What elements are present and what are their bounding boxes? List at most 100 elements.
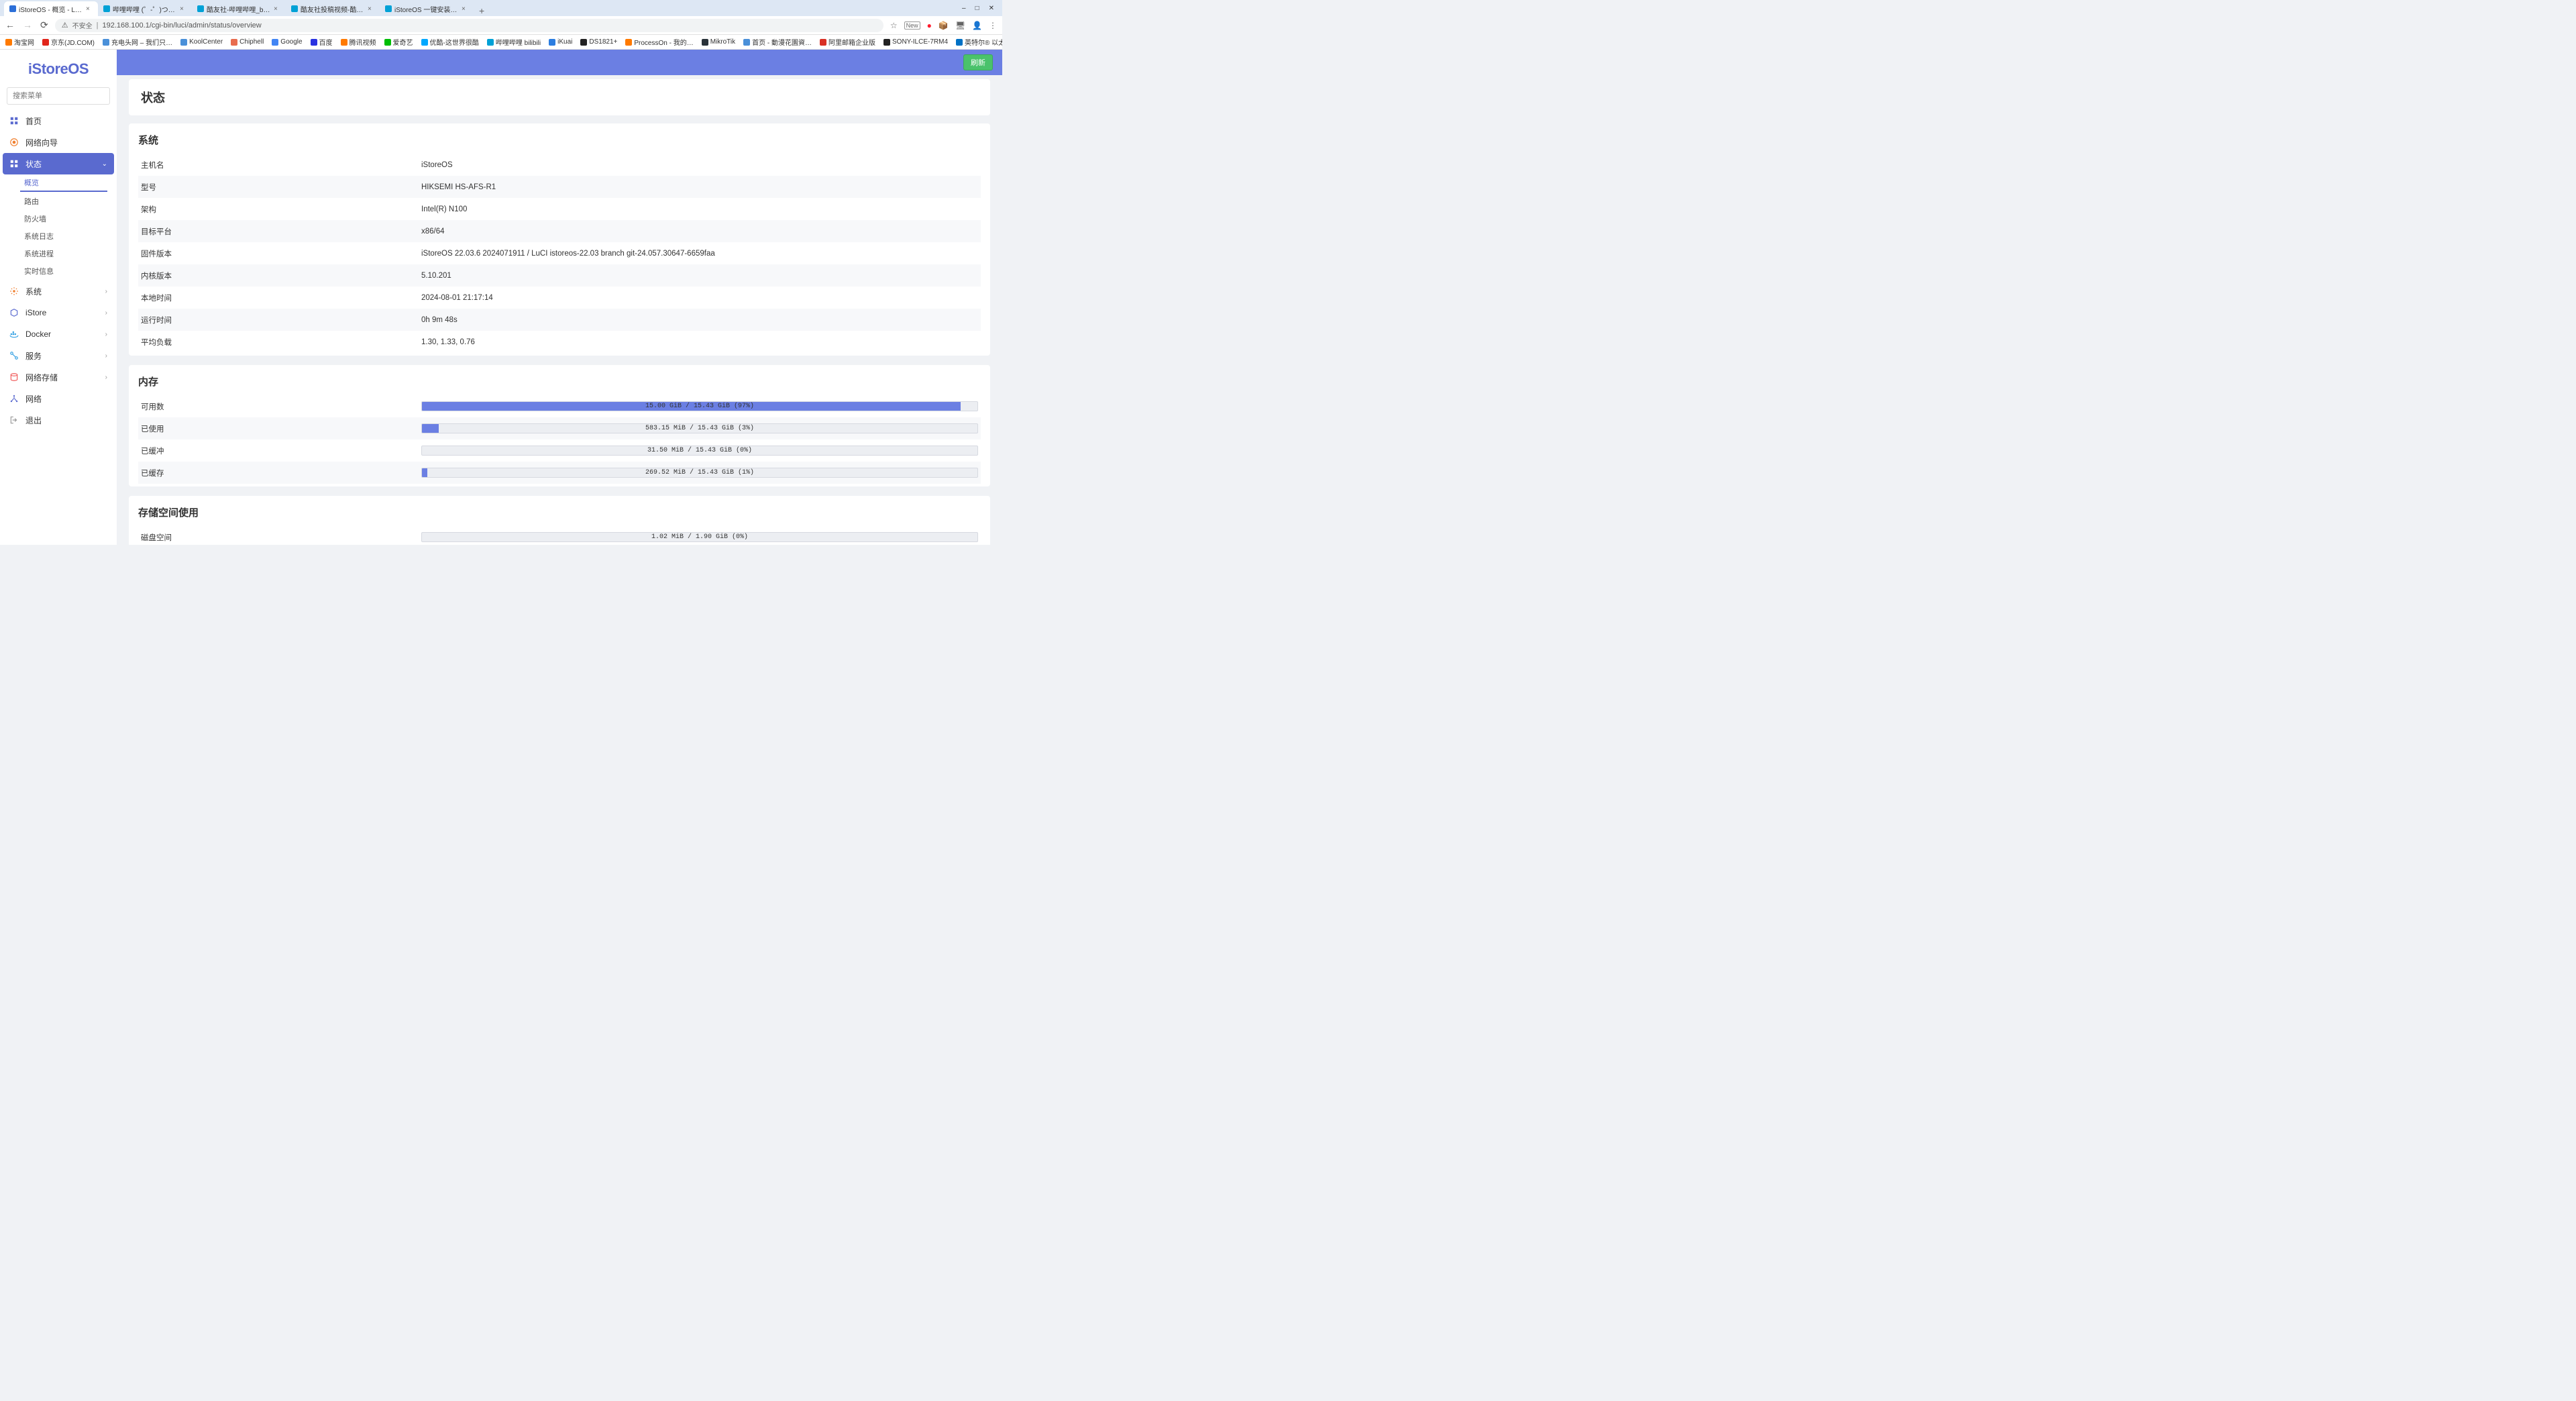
row-value: Intel(R) N100 (421, 205, 978, 213)
nav-label: iStore (25, 308, 46, 317)
row-label: 目标平台 (141, 226, 421, 237)
nav-label: 退出 (25, 415, 42, 426)
nav-arrows: ← → ⟳ (5, 19, 48, 31)
bookmark-item[interactable]: 英特尔® 以太网网… (956, 37, 1002, 47)
row-label: 运行时间 (141, 315, 421, 325)
tab-0[interactable]: iStoreOS - 概览 - LuCI× (4, 1, 98, 16)
bookmark-item[interactable]: MikroTik (702, 38, 735, 46)
progress-text: 269.52 MiB / 15.43 GiB (1%) (422, 468, 977, 477)
tab-close-icon[interactable]: × (368, 5, 374, 13)
bookmark-item[interactable]: 淘宝网 (5, 37, 34, 47)
nav-icon (9, 415, 19, 425)
progress-text: 583.15 MiB / 15.43 GiB (3%) (422, 424, 977, 433)
nav-item-Docker[interactable]: Docker› (0, 323, 117, 345)
bookmark-item[interactable]: iKuai (549, 38, 572, 46)
chevron-down-icon: › (105, 309, 107, 317)
ext-cast-icon[interactable]: 🖥 (955, 21, 965, 30)
forward-button[interactable]: → (23, 19, 32, 31)
subnav-item-概览[interactable]: 概览 (20, 174, 107, 192)
bookmark-item[interactable]: Chiphell (231, 38, 264, 46)
bookmark-item[interactable]: 百度 (311, 37, 333, 47)
subnav-item-系统进程[interactable]: 系统进程 (0, 246, 117, 263)
tab-4[interactable]: iStoreOS 一键安装群晖，自分…× (380, 1, 474, 16)
close-button[interactable]: ✕ (989, 5, 994, 12)
ext-opera-icon[interactable]: ● (927, 21, 932, 30)
tab-2[interactable]: 酷友社-哔哩哔哩_bilibili× (192, 1, 286, 16)
table-row: 已缓冲31.50 MiB / 15.43 GiB (0%) (138, 439, 981, 462)
bookmark-favicon (311, 39, 317, 46)
address-field[interactable]: ⚠ 不安全 | 192.168.100.1/cgi-bin/luci/admin… (55, 19, 883, 32)
row-value: 0h 9m 48s (421, 316, 978, 324)
tab-close-icon[interactable]: × (462, 5, 468, 13)
refresh-button[interactable]: 刷新 (963, 54, 993, 70)
bookmark-item[interactable]: DS1821+ (580, 38, 617, 46)
search-input[interactable] (7, 87, 110, 105)
star-icon[interactable]: ☆ (890, 21, 898, 30)
progress-bar: 583.15 MiB / 15.43 GiB (3%) (421, 423, 978, 433)
bookmark-item[interactable]: 阿里邮箱企业版 (820, 37, 875, 47)
nav-item-网络[interactable]: 网络 (0, 388, 117, 409)
back-button[interactable]: ← (5, 19, 15, 31)
new-tab-button[interactable]: + (474, 5, 490, 16)
menu-icon[interactable]: ⋮ (989, 21, 997, 30)
maximize-button[interactable]: □ (975, 5, 979, 12)
reload-button[interactable]: ⟳ (40, 19, 48, 31)
nav-item-网络存储[interactable]: 网络存储› (0, 366, 117, 388)
browser-window: iStoreOS - 概览 - LuCI×哔哩哔哩 (゜-゜)つロ 干杯~-b…… (0, 0, 1002, 545)
bookmark-label: 百度 (319, 37, 333, 47)
chevron-down-icon: › (105, 331, 107, 338)
url-actions: ☆ New ● 📦 🖥 👤 ⋮ (890, 21, 997, 30)
bookmark-label: 京东(JD.COM) (51, 37, 95, 47)
bookmark-favicon (103, 39, 109, 46)
tab-close-icon[interactable]: × (86, 5, 93, 13)
nav-item-iStore[interactable]: iStore › (0, 302, 117, 323)
ext-new-icon[interactable]: New (904, 21, 920, 30)
nav-item-状态[interactable]: 状态⌄ (3, 153, 114, 174)
nav-item-服务[interactable]: 服务› (0, 345, 117, 366)
profile-icon[interactable]: 👤 (972, 21, 982, 30)
table-row: 运行时间0h 9m 48s (138, 309, 981, 331)
tab-1[interactable]: 哔哩哔哩 (゜-゜)つロ 干杯~-b…× (98, 1, 192, 16)
bookmark-item[interactable]: 首页 - 動漫花園資… (743, 37, 812, 47)
nav-icon (9, 372, 19, 382)
nav-item-网络向导[interactable]: 网络向导 (0, 132, 117, 153)
row-label: 主机名 (141, 160, 421, 170)
tab-favicon (103, 5, 110, 12)
nav-item-首页[interactable]: 首页 (0, 110, 117, 132)
bookmark-item[interactable]: 京东(JD.COM) (42, 37, 95, 47)
extensions-icon[interactable]: 📦 (938, 21, 949, 30)
subnav-item-实时信息[interactable]: 实时信息 (0, 263, 117, 280)
bookmark-item[interactable]: 优酷-这世界很酷 (421, 37, 479, 47)
subnav-item-系统日志[interactable]: 系统日志 (0, 228, 117, 246)
bookmark-item[interactable]: KoolCenter (180, 38, 223, 46)
bookmark-label: 腾讯视频 (350, 37, 376, 47)
table-row: 磁盘空间1.02 MiB / 1.90 GiB (0%) (138, 526, 981, 545)
tab-close-icon[interactable]: × (180, 5, 186, 13)
chevron-down-icon: › (105, 352, 107, 360)
tab-title: 酷友社-哔哩哔哩_bilibili (207, 4, 271, 14)
bookmark-item[interactable]: 哔哩哔哩 bilibili (487, 37, 541, 47)
section-memory: 内存 可用数15.00 GiB / 15.43 GiB (97%)已使用583.… (129, 365, 990, 486)
tab-title: iStoreOS - 概览 - LuCI (19, 4, 83, 14)
nav-item-退出[interactable]: 退出 (0, 409, 117, 431)
bookmark-item[interactable]: SONY-ILCE-7RM4 (883, 38, 948, 46)
bookmark-item[interactable]: 爱奇艺 (384, 37, 413, 47)
nav-label: 网络向导 (25, 137, 58, 148)
row-value: 1.30, 1.33, 0.76 (421, 338, 978, 346)
bookmark-item[interactable]: ProcessOn - 我的… (625, 37, 693, 47)
tab-close-icon[interactable]: × (274, 5, 280, 13)
nav-label: 网络存储 (25, 372, 58, 383)
bookmark-item[interactable]: Google (272, 38, 302, 46)
subnav-item-防火墙[interactable]: 防火墙 (0, 211, 117, 228)
bookmark-item[interactable]: 充电头网 – 我们只… (103, 37, 172, 47)
tab-bar: iStoreOS - 概览 - LuCI×哔哩哔哩 (゜-゜)つロ 干杯~-b…… (0, 0, 1002, 16)
subnav-item-路由[interactable]: 路由 (0, 193, 117, 211)
section-memory-heading: 内存 (138, 372, 981, 395)
minimize-button[interactable]: – (962, 5, 966, 12)
main: 刷新 状态 系统 主机名iStoreOS型号HIKSEMI HS-AFS-R1架… (117, 50, 1002, 545)
bookmark-item[interactable]: 腾讯视频 (341, 37, 376, 47)
nav-item-系统[interactable]: 系统› (0, 280, 117, 302)
bookmark-favicon (272, 39, 278, 46)
bookmark-label: SONY-ILCE-7RM4 (892, 38, 948, 46)
tab-3[interactable]: 酷友社投稿视频-酷友社视频分…× (286, 1, 380, 16)
